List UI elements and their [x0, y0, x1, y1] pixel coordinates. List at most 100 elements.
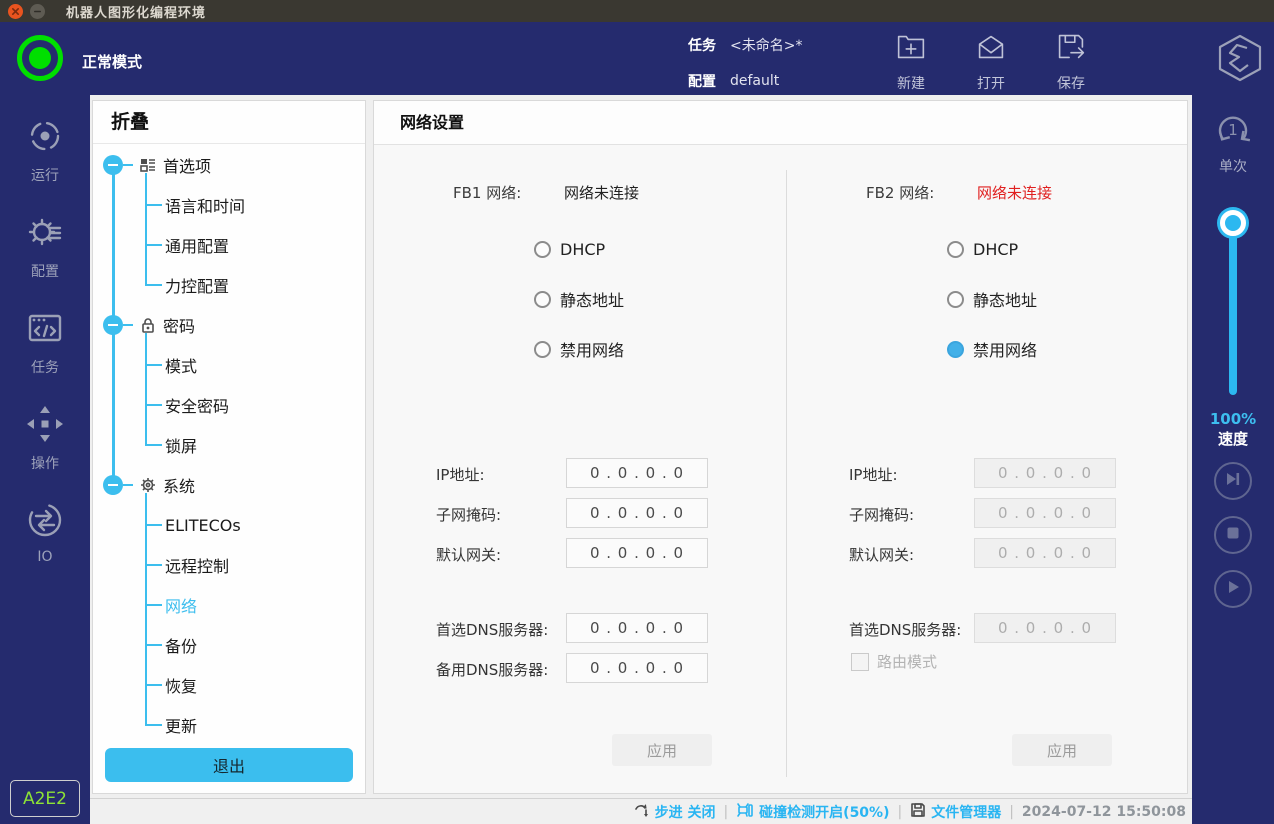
- tree-item-general-config[interactable]: 通用配置: [93, 225, 365, 265]
- speed-value: 100%: [1192, 410, 1274, 428]
- single-cycle-count: 1: [1211, 108, 1255, 152]
- radio-checked-icon[interactable]: [947, 341, 964, 358]
- nav-run-button[interactable]: 运行: [0, 115, 90, 185]
- column-divider: [786, 170, 787, 777]
- tree-item-language-time[interactable]: 语言和时间: [93, 185, 365, 225]
- radio-icon[interactable]: [534, 341, 551, 358]
- tree-item-network[interactable]: 网络: [93, 585, 365, 625]
- gear-list-icon: [24, 211, 66, 257]
- radio-icon[interactable]: [947, 291, 964, 308]
- run-target-icon: [24, 115, 66, 161]
- play-button[interactable]: [1214, 570, 1252, 608]
- step-mode-status[interactable]: 步进 关闭: [634, 802, 716, 822]
- new-task-button[interactable]: 新建: [882, 28, 940, 93]
- fb2-status: 网络未连接: [977, 182, 1052, 203]
- fb1-apply-button[interactable]: 应用: [612, 734, 712, 766]
- task-label: 任务: [688, 35, 716, 55]
- collision-detection-status[interactable]: 碰撞检测开启(50%): [736, 801, 889, 823]
- fb2-device-label: FB2 网络:: [866, 182, 934, 203]
- robot-id-badge[interactable]: A2E2: [10, 780, 80, 817]
- window-close-button[interactable]: [8, 4, 23, 19]
- radio-icon[interactable]: [534, 241, 551, 258]
- fb2-primary-dns-input[interactable]: 0 . 0 . 0 . 0: [974, 613, 1116, 643]
- speed-slider-track[interactable]: [1229, 223, 1237, 395]
- config-label: 配置: [688, 71, 716, 91]
- fb1-secondary-dns-input[interactable]: 0 . 0 . 0 . 0: [566, 653, 708, 683]
- brand-cube-logo-icon: [1214, 32, 1266, 84]
- tree-collapse-header[interactable]: 折叠: [93, 101, 365, 144]
- fb2-radio-disable[interactable]: 禁用网络: [947, 336, 1037, 362]
- mode-label: 正常模式: [82, 51, 142, 72]
- speed-label: 速度: [1192, 428, 1274, 449]
- tree-item-backup[interactable]: 备份: [93, 625, 365, 665]
- nav-config-button[interactable]: 配置: [0, 211, 90, 281]
- robot-mode-indicator-icon[interactable]: [17, 35, 63, 81]
- config-value: default: [730, 73, 779, 89]
- tree-item-mode[interactable]: 模式: [93, 345, 365, 385]
- file-manager-button[interactable]: 文件管理器: [910, 802, 1001, 822]
- fb1-subnet-mask-input[interactable]: 0 . 0 . 0 . 0: [566, 498, 708, 528]
- tree-group-preferences[interactable]: 首选项: [93, 145, 365, 185]
- fb2-gateway-input[interactable]: 0 . 0 . 0 . 0: [974, 538, 1116, 568]
- task-value: <未命名>*: [730, 35, 802, 55]
- settings-tree-panel: 折叠 首选项 语言和时间 通用配置 力控配置: [92, 100, 366, 794]
- checkbox-icon[interactable]: [851, 653, 869, 671]
- fb2-radio-dhcp[interactable]: DHCP: [947, 236, 1018, 262]
- status-bar: 步进 关闭 | 碰撞检测开启(50%) | 文件管理器 | 2024-07-12…: [90, 798, 1192, 824]
- skip-next-icon: [1224, 470, 1242, 492]
- system-timestamp: 2024-07-12 15:50:08: [1022, 804, 1186, 820]
- tree-item-update[interactable]: 更新: [93, 705, 365, 745]
- app-header: 正常模式 任务 <未命名>* 配置 default 新建 打开 保: [0, 22, 1274, 95]
- open-task-button[interactable]: 打开: [962, 28, 1020, 93]
- nav-task-button[interactable]: 任务: [0, 307, 90, 377]
- fb1-radio-dhcp[interactable]: DHCP: [534, 236, 605, 262]
- tree-item-restore[interactable]: 恢复: [93, 665, 365, 705]
- collapse-toggle-icon[interactable]: [103, 155, 123, 175]
- new-folder-icon: [892, 28, 930, 70]
- right-control-rail: 1 单次 100% 速度: [1192, 95, 1274, 824]
- code-window-icon: [24, 307, 66, 353]
- tree-item-force-config[interactable]: 力控配置: [93, 265, 365, 305]
- open-envelope-icon: [972, 28, 1010, 70]
- collapse-toggle-icon[interactable]: [103, 475, 123, 495]
- tree-item-lock-screen[interactable]: 锁屏: [93, 425, 365, 465]
- fb1-radio-disable[interactable]: 禁用网络: [534, 336, 624, 362]
- stop-button[interactable]: [1214, 516, 1252, 554]
- exit-button[interactable]: 退出: [105, 748, 353, 782]
- io-swap-icon: [24, 499, 66, 545]
- step-run-button[interactable]: [1214, 462, 1252, 500]
- tree-group-password[interactable]: 密码: [93, 305, 365, 345]
- window-titlebar: 机器人图形化编程环境: [0, 0, 1274, 22]
- fb2-radio-static[interactable]: 静态地址: [947, 286, 1037, 312]
- fb1-primary-dns-input[interactable]: 0 . 0 . 0 . 0: [566, 613, 708, 643]
- collapse-toggle-icon[interactable]: [103, 315, 123, 335]
- tree-item-elitecos[interactable]: ELITECOs: [93, 505, 365, 545]
- radio-icon[interactable]: [534, 291, 551, 308]
- preferences-icon: [139, 156, 157, 174]
- fb1-radio-static[interactable]: 静态地址: [534, 286, 624, 312]
- fb1-status: 网络未连接: [564, 182, 639, 203]
- tree-group-system[interactable]: 系统: [93, 465, 365, 505]
- tree-item-safety-password[interactable]: 安全密码: [93, 385, 365, 425]
- left-nav-rail: 运行 配置 任务 操作 IO A2E2: [0, 95, 90, 824]
- speed-slider-handle[interactable]: [1220, 210, 1246, 236]
- task-config-block: 任务 <未命名>* 配置 default: [688, 32, 802, 94]
- save-floppy-icon: [1052, 28, 1090, 70]
- window-minimize-button[interactable]: [30, 4, 45, 19]
- tree-item-remote-control[interactable]: 远程控制: [93, 545, 365, 585]
- window-title: 机器人图形化编程环境: [66, 2, 206, 21]
- fb2-apply-button[interactable]: 应用: [1012, 734, 1112, 766]
- lock-icon: [139, 316, 157, 334]
- fb1-ip-address-input[interactable]: 0 . 0 . 0 . 0: [566, 458, 708, 488]
- fb2-ip-address-input[interactable]: 0 . 0 . 0 . 0: [974, 458, 1116, 488]
- save-task-button[interactable]: 保存: [1042, 28, 1100, 93]
- fb2-subnet-mask-input[interactable]: 0 . 0 . 0 . 0: [974, 498, 1116, 528]
- fb1-gateway-input[interactable]: 0 . 0 . 0 . 0: [566, 538, 708, 568]
- nav-jog-button[interactable]: 操作: [0, 403, 90, 473]
- fb2-section: FB2 网络: 网络未连接 DHCP 静态地址 禁用网络 IP地址: 0 . 0…: [789, 146, 1195, 793]
- radio-icon[interactable]: [947, 241, 964, 258]
- fb2-router-mode-checkbox[interactable]: 路由模式: [851, 651, 937, 672]
- fb1-section: FB1 网络: 网络未连接 DHCP 静态地址 禁用网络 IP地址: 0 . 0…: [376, 146, 782, 793]
- run-mode-single[interactable]: 1 单次: [1192, 108, 1274, 176]
- nav-io-button[interactable]: IO: [0, 499, 90, 565]
